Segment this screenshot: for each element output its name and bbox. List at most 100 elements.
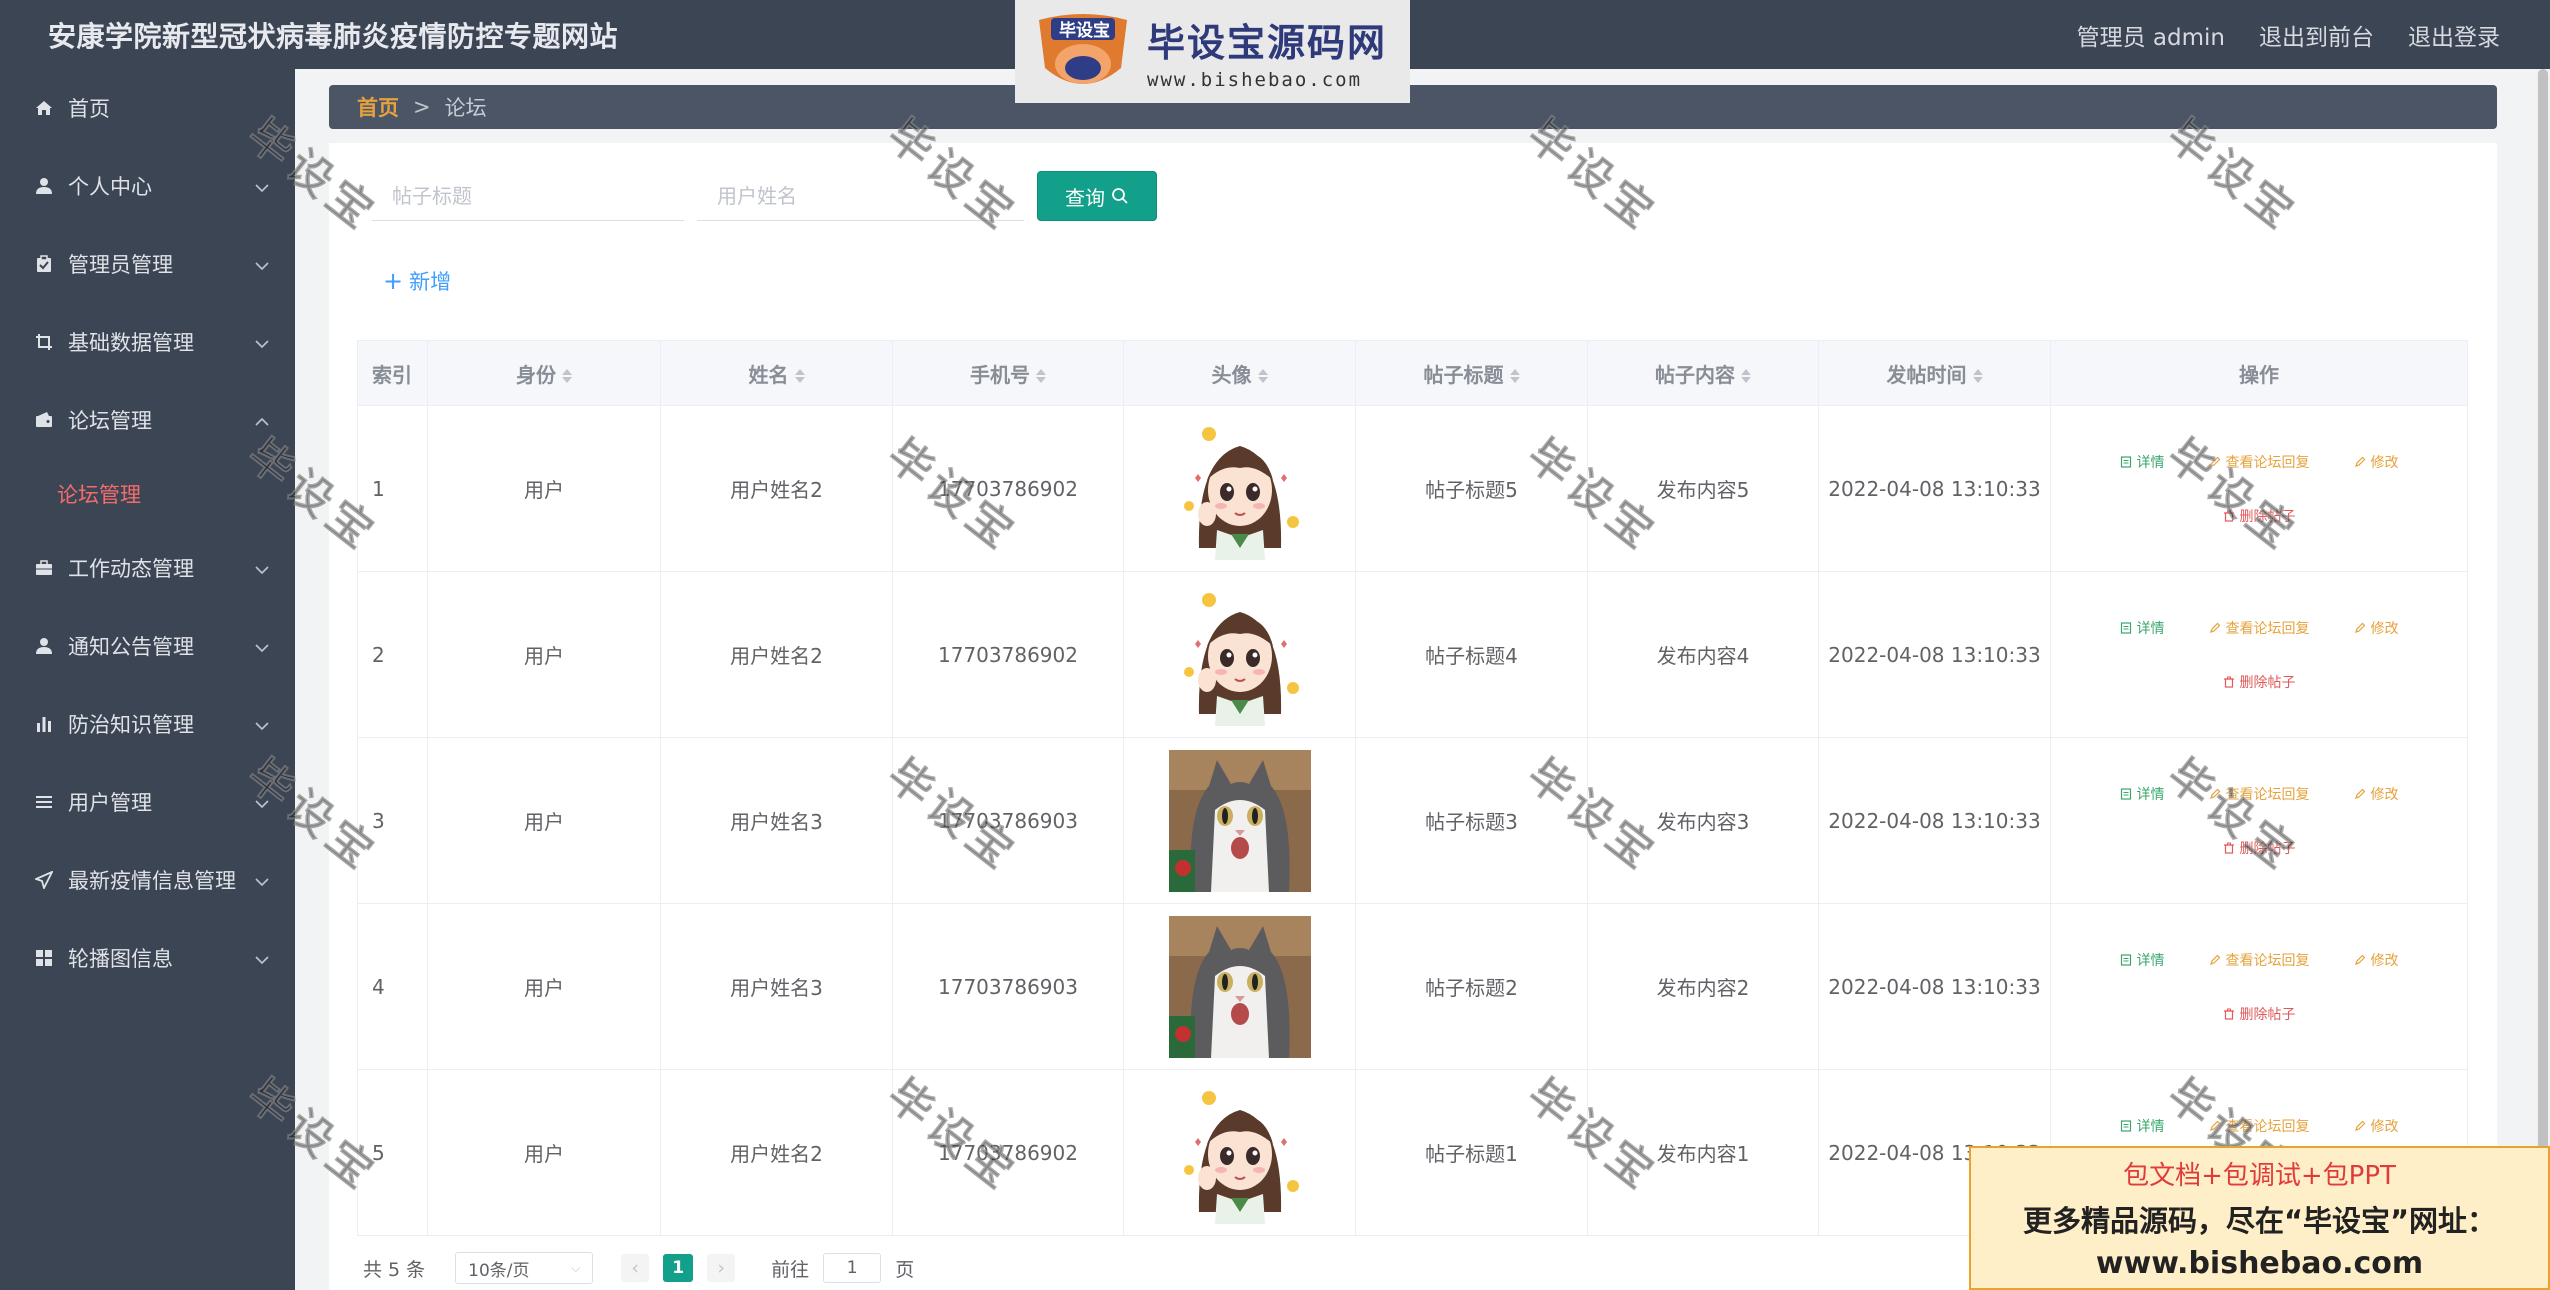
detail-button[interactable]: 详情 (2120, 452, 2165, 472)
breadcrumb-current: 论坛 (444, 96, 487, 120)
page-size-select[interactable]: 10条/页 ⌵ (455, 1252, 594, 1284)
sort-icon[interactable] (794, 368, 805, 384)
edit-button[interactable]: 修改 (2354, 452, 2399, 472)
column-header-5[interactable]: 帖子标题 (1355, 340, 1588, 406)
delete-label: 删除帖子 (2239, 1006, 2296, 1023)
post-title-search-input[interactable] (372, 171, 684, 221)
cell-avatar (1123, 571, 1356, 738)
delete-button[interactable]: 删除帖子 (2223, 506, 2296, 526)
cell-name-text: 用户姓名2 (730, 1142, 823, 1166)
prev-page-button[interactable]: ‹ (621, 1254, 650, 1282)
clipboard-icon (34, 254, 54, 274)
breadcrumb-home[interactable]: 首页 (357, 92, 399, 122)
query-button[interactable]: 查询 (1037, 171, 1157, 221)
cell-time: 2022-04-08 13:10:33 (1818, 571, 2051, 738)
table-header-row: 索引 身份 姓名 手机号 头像 帖子标题 帖子内容 发帖时间 操作 (357, 340, 2468, 406)
cell-role: 用户 (427, 571, 661, 738)
promo-line-3: www.bishebao.com (2095, 1246, 2424, 1281)
sidebar-item-label: 防治知识管理 (68, 713, 194, 737)
edit-button[interactable]: 修改 (2354, 1116, 2399, 1136)
chevron-down-icon (255, 946, 269, 970)
list-icon (34, 792, 54, 812)
document-icon (2120, 1119, 2131, 1132)
watermark-logo-banner: 毕设宝 毕设宝源码网 www.bishebao.com (1015, 0, 1410, 103)
logout-link[interactable]: 退出登录 (2408, 18, 2500, 52)
sidebar-item-3[interactable]: 基础数据管理 (0, 303, 295, 381)
detail-button[interactable]: 详情 (2120, 618, 2165, 638)
column-header-3[interactable]: 手机号 (892, 340, 1124, 406)
bar-chart-icon (34, 714, 54, 734)
view-reply-button[interactable]: 查看论坛回复 (2209, 1116, 2310, 1136)
view-reply-button[interactable]: 查看论坛回复 (2209, 618, 2310, 638)
edit-label: 修改 (2370, 620, 2399, 637)
detail-button[interactable]: 详情 (2120, 950, 2165, 970)
cell-role: 用户 (427, 405, 661, 572)
column-header-1[interactable]: 身份 (427, 340, 661, 406)
view-reply-label: 查看论坛回复 (2225, 786, 2310, 803)
cell-phone: 17703786902 (892, 1069, 1124, 1236)
edit-icon (2354, 622, 2365, 633)
goto-page-input[interactable]: 1 (823, 1253, 882, 1283)
sidebar-item-8[interactable]: 用户管理 (0, 763, 295, 841)
column-header-2[interactable]: 姓名 (660, 340, 893, 406)
edit-button[interactable]: 修改 (2354, 618, 2399, 638)
edit-icon (2209, 954, 2220, 965)
scrollbar-thumb[interactable] (2538, 69, 2548, 1290)
sort-icon[interactable] (1257, 368, 1268, 384)
sort-icon[interactable] (562, 368, 572, 384)
cell-phone-text: 17703786903 (938, 808, 1078, 833)
sidebar-item-1[interactable]: 个人中心 (0, 147, 295, 225)
column-header-label: 姓名 (748, 362, 789, 387)
next-page-button[interactable]: › (707, 1254, 736, 1282)
edit-label: 修改 (2370, 1118, 2399, 1135)
cell-phone-text: 17703786903 (938, 974, 1078, 999)
column-header-4[interactable]: 头像 (1123, 340, 1356, 406)
sort-icon[interactable] (1509, 368, 1520, 384)
sort-icon[interactable] (1036, 368, 1046, 384)
delete-button[interactable]: 删除帖子 (2223, 1004, 2296, 1024)
sort-icon[interactable] (1972, 368, 1983, 384)
cell-time-text: 2022-04-08 13:10:33 (1828, 974, 2041, 999)
admin-label[interactable]: 管理员 admin (2077, 18, 2225, 52)
exit-to-front-link[interactable]: 退出到前台 (2259, 18, 2374, 52)
view-reply-button[interactable]: 查看论坛回复 (2209, 950, 2310, 970)
sidebar-item-0[interactable]: 首页 (0, 69, 295, 147)
edit-button[interactable]: 修改 (2354, 784, 2399, 804)
delete-button[interactable]: 删除帖子 (2223, 838, 2296, 858)
cell-name-text: 用户姓名3 (730, 976, 823, 1000)
sidebar-item-10[interactable]: 轮播图信息 (0, 919, 295, 997)
username-search-input[interactable] (697, 171, 1024, 221)
detail-button[interactable]: 详情 (2120, 1116, 2165, 1136)
trash-icon (2223, 1008, 2234, 1020)
sidebar-item-9[interactable]: 最新疫情信息管理 (0, 841, 295, 919)
cell-role-text: 用户 (524, 478, 564, 502)
sidebar-item-2[interactable]: 管理员管理 (0, 225, 295, 303)
submenu-item-forum-manage[interactable]: 论坛管理 (0, 459, 295, 529)
breadcrumb: 首页 > 论坛 (329, 85, 2497, 129)
add-button-label: 新增 (409, 270, 452, 294)
sidebar-item-5[interactable]: 工作动态管理 (0, 529, 295, 607)
edit-button[interactable]: 修改 (2354, 950, 2399, 970)
cell-content-text: 发布内容4 (1656, 644, 1750, 668)
view-reply-button[interactable]: 查看论坛回复 (2209, 452, 2310, 472)
cell-avatar (1123, 405, 1356, 572)
sidebar-item-4[interactable]: 论坛管理 (0, 381, 295, 459)
view-reply-label: 查看论坛回复 (2225, 620, 2310, 637)
sidebar-item-6[interactable]: 通知公告管理 (0, 607, 295, 685)
delete-button[interactable]: 删除帖子 (2223, 672, 2296, 692)
column-header-label: 手机号 (970, 362, 1030, 387)
page-number-current[interactable]: 1 (663, 1254, 694, 1282)
sort-icon[interactable] (1741, 368, 1751, 384)
sidebar: 首页 个人中心 管理员管理 基础数据管理 论坛管理 论坛管理 工作动态管理 通知公告管理 防治知… (0, 69, 295, 1290)
add-button[interactable]: + 新增 (383, 266, 451, 296)
send-icon (34, 870, 54, 890)
column-header-7[interactable]: 发帖时间 (1818, 340, 2051, 406)
cell-actions: 详情 查看论坛回复 修改 删除帖子 (2050, 405, 2468, 572)
sidebar-item-7[interactable]: 防治知识管理 (0, 685, 295, 763)
page-scrollbar[interactable] (2536, 69, 2550, 1290)
view-reply-button[interactable]: 查看论坛回复 (2209, 784, 2310, 804)
chevron-up-icon (255, 408, 269, 432)
detail-button[interactable]: 详情 (2120, 784, 2165, 804)
chevron-down-icon (255, 174, 269, 198)
column-header-6[interactable]: 帖子内容 (1587, 340, 1819, 406)
